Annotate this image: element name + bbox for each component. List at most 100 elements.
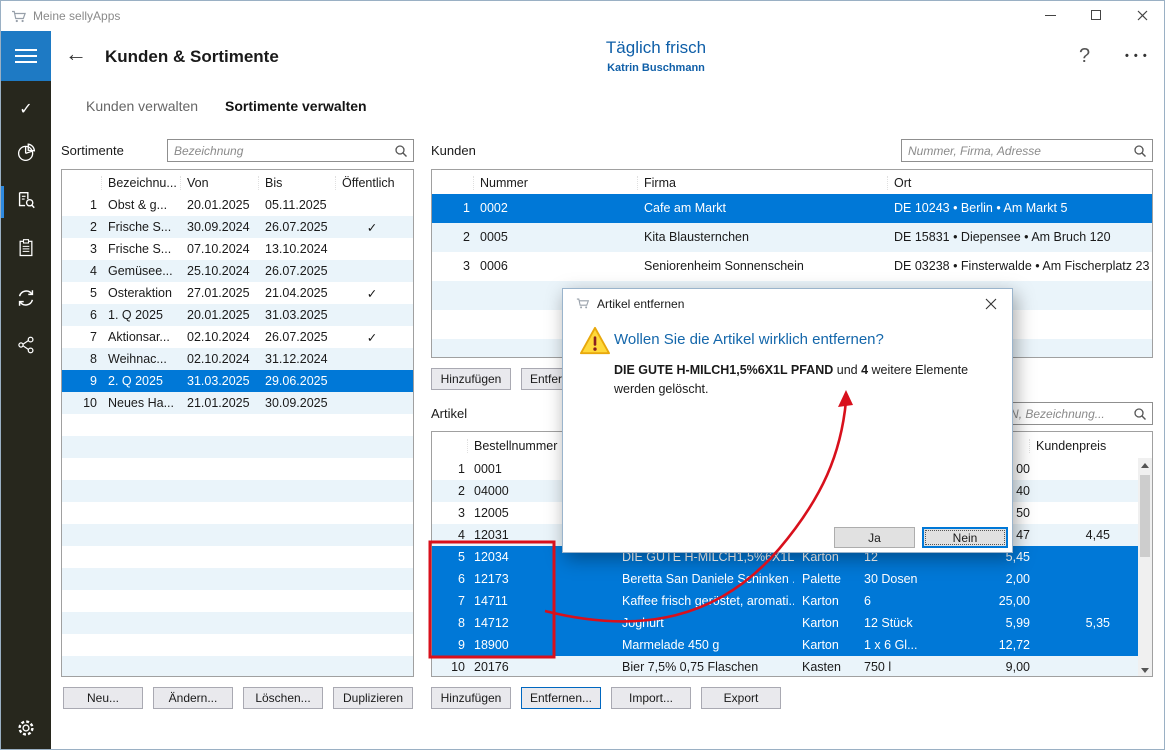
table-cell: Karton bbox=[802, 638, 839, 652]
column-header[interactable]: Von bbox=[180, 176, 209, 190]
sortimente-search[interactable] bbox=[167, 139, 414, 162]
table-cell: 5 bbox=[432, 550, 465, 564]
kunden-hinzufuegen-button[interactable]: Hinzufügen bbox=[431, 368, 511, 390]
table-row[interactable]: 92. Q 202531.03.202529.06.2025 bbox=[62, 370, 413, 392]
tab-sortimente-verwalten[interactable]: Sortimente verwalten bbox=[225, 98, 367, 114]
scroll-down-icon[interactable] bbox=[1141, 668, 1149, 673]
export-button[interactable]: Export bbox=[701, 687, 781, 709]
sidebar-item-orders[interactable] bbox=[1, 234, 51, 266]
table-cell: 1. Q 2025 bbox=[108, 308, 186, 322]
table-row[interactable]: 5Osteraktion27.01.202521.04.2025✓ bbox=[62, 282, 413, 304]
table-row[interactable]: 1020176Bier 7,5% 0,75 FlaschenKasten750 … bbox=[432, 656, 1138, 676]
table-cell: 14712 bbox=[474, 616, 509, 630]
table-cell: 02.10.2024 bbox=[187, 352, 250, 366]
sidebar-item-catalog[interactable] bbox=[1, 186, 51, 218]
sidebar-item-share[interactable] bbox=[1, 331, 51, 363]
more-button[interactable]: • • • bbox=[1125, 50, 1148, 62]
table-cell: 0001 bbox=[474, 462, 502, 476]
column-header[interactable]: Ort bbox=[887, 176, 911, 190]
sortimente-table: Bezeichnu... Von Bis Öffentlich 1Obst & … bbox=[61, 169, 414, 677]
table-row[interactable]: 8Weihnac...02.10.202431.12.2024 bbox=[62, 348, 413, 370]
duplizieren-button[interactable]: Duplizieren bbox=[333, 687, 413, 709]
table-cell: 26.07.2025 bbox=[265, 220, 328, 234]
menu-button[interactable] bbox=[1, 31, 51, 81]
dialog-message-article: DIE GUTE H-MILCH1,5%6X1L PFAND bbox=[614, 363, 833, 377]
neu-button[interactable]: Neu... bbox=[63, 687, 143, 709]
scroll-up-icon[interactable] bbox=[1141, 463, 1149, 468]
sidebar-item-tasks[interactable]: ✓ bbox=[1, 93, 51, 125]
table-row[interactable]: 714711Kaffee frisch geröstet, aromati...… bbox=[432, 590, 1138, 612]
table-cell: 13.10.2024 bbox=[265, 242, 328, 256]
kunden-search[interactable] bbox=[901, 139, 1153, 162]
table-cell: DE 15831 • Diepensee • Am Bruch 120 bbox=[894, 230, 1149, 244]
column-header[interactable]: Öffentlich bbox=[335, 176, 395, 190]
back-button[interactable]: ← bbox=[65, 43, 87, 65]
table-row[interactable]: 10002Cafe am MarktDE 10243 • Berlin • Am… bbox=[432, 194, 1152, 223]
table-cell: 12031 bbox=[474, 528, 509, 542]
table-row[interactable]: 814712JoghurtKarton12 Stück5,995,35 bbox=[432, 612, 1138, 634]
sidebar-item-reports[interactable] bbox=[1, 139, 51, 171]
page-title: Kunden & Sortimente bbox=[105, 47, 279, 67]
dialog-ja-button[interactable]: Ja bbox=[834, 527, 915, 548]
column-header[interactable]: Bestellnummer bbox=[467, 439, 557, 453]
table-row[interactable]: 30006Seniorenheim SonnenscheinDE 03238 •… bbox=[432, 252, 1152, 281]
table-row[interactable]: 10Neues Ha...21.01.202530.09.2025 bbox=[62, 392, 413, 414]
table-cell: Karton bbox=[802, 616, 839, 630]
close-button[interactable] bbox=[1125, 3, 1159, 27]
scrollbar-thumb[interactable] bbox=[1140, 475, 1150, 557]
table-row[interactable]: 61. Q 202520.01.202531.03.2025 bbox=[62, 304, 413, 326]
check-icon: ✓ bbox=[19, 99, 32, 119]
column-header[interactable]: Firma bbox=[637, 176, 676, 190]
dialog-message-mid: und bbox=[833, 363, 861, 377]
table-filler-row bbox=[62, 458, 413, 480]
table-cell: 07.10.2024 bbox=[187, 242, 250, 256]
table-cell: 3 bbox=[432, 506, 465, 520]
table-cell: 31.03.2025 bbox=[187, 374, 250, 388]
maximize-button[interactable] bbox=[1079, 3, 1113, 27]
table-cell: ✓ bbox=[342, 330, 402, 345]
pie-chart-icon bbox=[16, 142, 37, 168]
table-cell: 12034 bbox=[474, 550, 509, 564]
tab-kunden-verwalten[interactable]: Kunden verwalten bbox=[86, 98, 198, 114]
column-header[interactable]: Kundenpreis bbox=[1029, 439, 1106, 453]
table-cell: 30.09.2025 bbox=[265, 396, 328, 410]
artikel-hinzufuegen-button[interactable]: Hinzufügen bbox=[431, 687, 511, 709]
loeschen-button[interactable]: Löschen... bbox=[243, 687, 323, 709]
table-row[interactable]: 2Frische S...30.09.202426.07.2025✓ bbox=[62, 216, 413, 238]
artikel-scrollbar[interactable] bbox=[1138, 458, 1152, 677]
sidebar-item-sync[interactable] bbox=[1, 284, 51, 316]
column-header[interactable]: Nummer bbox=[473, 176, 528, 190]
table-cell: 8 bbox=[62, 352, 97, 366]
table-row[interactable]: 7Aktionsar...02.10.202426.07.2025✓ bbox=[62, 326, 413, 348]
dialog-nein-button[interactable]: Nein bbox=[922, 527, 1008, 548]
sortimente-search-input[interactable] bbox=[174, 140, 375, 161]
gear-icon bbox=[15, 717, 37, 744]
sidebar-item-settings[interactable] bbox=[1, 714, 51, 746]
table-cell: 2,00 bbox=[932, 572, 1030, 586]
table-cell: 5,99 bbox=[932, 616, 1030, 630]
table-filler-row bbox=[62, 524, 413, 546]
dialog-close-icon[interactable] bbox=[978, 294, 1004, 314]
table-cell: 20.01.2025 bbox=[187, 308, 250, 322]
table-row[interactable]: 918900Marmelade 450 gKarton1 x 6 Gl...12… bbox=[432, 634, 1138, 656]
minimize-button[interactable] bbox=[1033, 3, 1067, 27]
table-cell: Kita Blausternchen bbox=[644, 230, 889, 244]
user-name[interactable]: Katrin Buschmann bbox=[541, 62, 771, 74]
dialog-cart-icon bbox=[576, 296, 590, 315]
aendern-button[interactable]: Ändern... bbox=[153, 687, 233, 709]
column-header[interactable]: Bis bbox=[258, 176, 282, 190]
table-cell: 26.07.2025 bbox=[265, 330, 328, 344]
table-filler-row bbox=[62, 480, 413, 502]
artikel-entfernen-button[interactable]: Entfernen... bbox=[521, 687, 601, 709]
import-button[interactable]: Import... bbox=[611, 687, 691, 709]
table-cell: 0002 bbox=[480, 201, 508, 215]
table-row[interactable]: 1Obst & g...20.01.202505.11.2025 bbox=[62, 194, 413, 216]
table-cell: 2 bbox=[432, 484, 465, 498]
table-row[interactable]: 4Gemüsee...25.10.202426.07.2025 bbox=[62, 260, 413, 282]
column-header[interactable]: Bezeichnu... bbox=[101, 176, 177, 190]
help-button[interactable]: ? bbox=[1079, 45, 1090, 68]
table-row[interactable]: 3Frische S...07.10.202413.10.2024 bbox=[62, 238, 413, 260]
table-row[interactable]: 20005Kita BlausternchenDE 15831 • Diepen… bbox=[432, 223, 1152, 252]
table-row[interactable]: 612173Beretta San Daniele Schinken ...Pa… bbox=[432, 568, 1138, 590]
kunden-search-input[interactable] bbox=[908, 140, 1113, 161]
